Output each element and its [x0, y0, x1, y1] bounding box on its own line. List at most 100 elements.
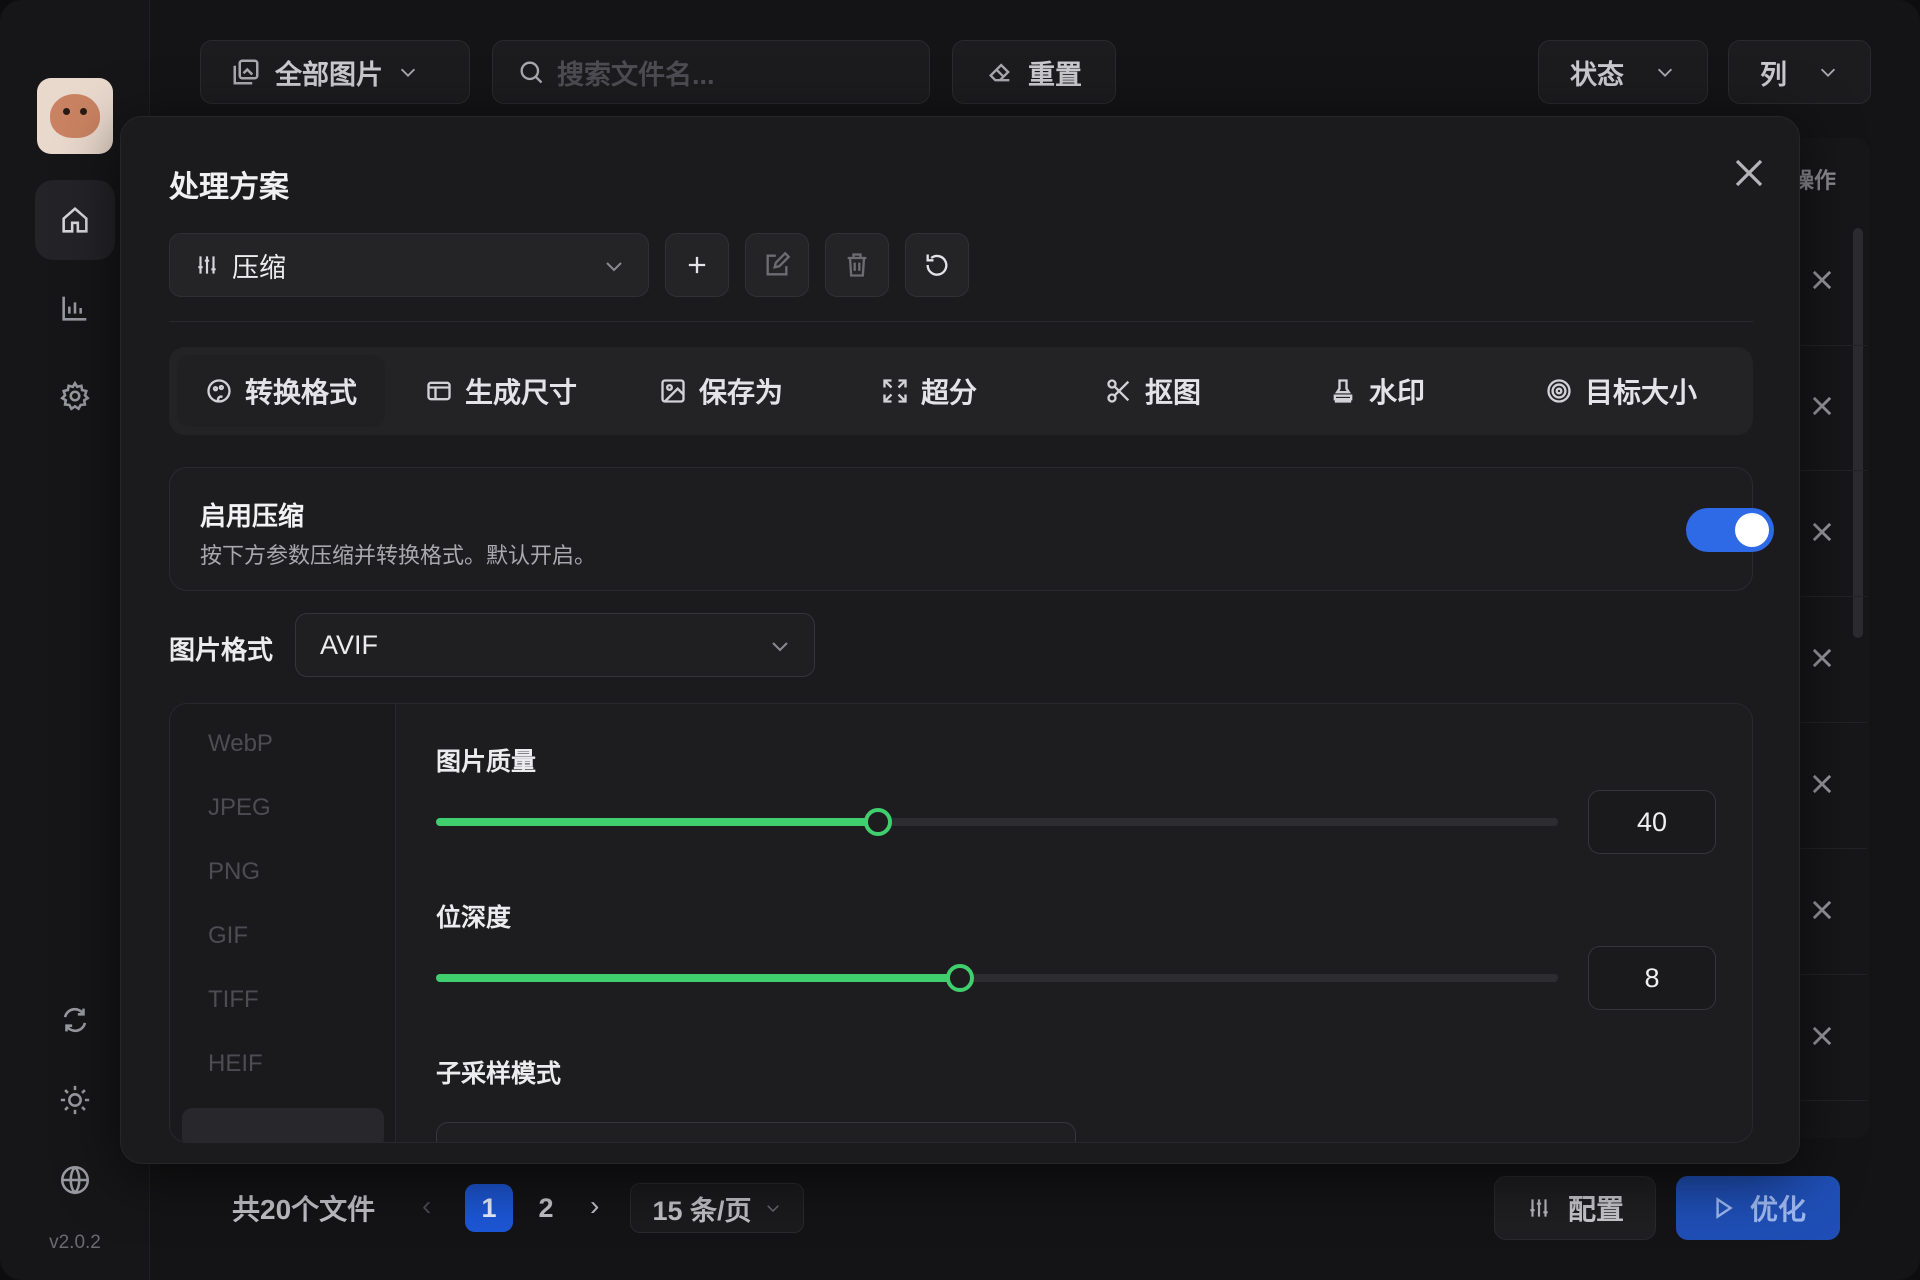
- edit-plan-button[interactable]: [745, 233, 809, 297]
- sliders-icon: [1530, 1199, 1548, 1217]
- slider-thumb[interactable]: [864, 808, 893, 836]
- palette-icon: [207, 379, 231, 403]
- tab-target-size[interactable]: 目标大小: [1505, 355, 1737, 427]
- bit-depth-input[interactable]: 8: [1588, 946, 1716, 1010]
- image-save-icon: [661, 379, 685, 403]
- restore-plan-button[interactable]: [905, 233, 969, 297]
- toggle-knob: [1735, 513, 1769, 547]
- chevron-down-icon: [606, 262, 622, 272]
- subsampling-select[interactable]: [436, 1122, 1076, 1142]
- chevron-down-icon: [772, 642, 788, 652]
- delete-plan-button[interactable]: [825, 233, 889, 297]
- tab-cutout[interactable]: 抠图: [1065, 355, 1241, 427]
- optimize-button[interactable]: 优化: [1676, 1176, 1840, 1240]
- format-list-item-selected[interactable]: [182, 1108, 384, 1142]
- reset-button[interactable]: 重置: [952, 40, 1116, 104]
- format-list-item[interactable]: TIFF: [208, 986, 259, 1014]
- remove-file-close-icon[interactable]: [1808, 896, 1836, 924]
- format-list-item[interactable]: JPEG: [208, 794, 271, 822]
- chevron-down-icon: [1820, 68, 1836, 77]
- gear-icon[interactable]: [35, 356, 115, 436]
- remove-file-close-icon[interactable]: [1808, 1022, 1836, 1050]
- search-input[interactable]: 搜索文件名...: [492, 40, 930, 104]
- close-icon[interactable]: [1731, 155, 1767, 191]
- processing-tabs: 转换格式 生成尺寸 保存为 超分 抠图 水印 目标大小: [169, 347, 1753, 435]
- reset-label: 重置: [1028, 59, 1082, 90]
- theme-sun-icon[interactable]: [35, 1060, 115, 1140]
- tab-generate-size[interactable]: 生成尺寸: [401, 355, 601, 427]
- columns-label: 列: [1760, 59, 1787, 90]
- quality-input[interactable]: 40: [1588, 790, 1716, 854]
- plan-selected-value: 压缩: [232, 252, 286, 283]
- status-filter-dropdown[interactable]: 状态: [1538, 40, 1708, 104]
- chevron-down-icon: [400, 68, 416, 77]
- image-format-select[interactable]: AVIF: [295, 613, 815, 677]
- slider-thumb[interactable]: [945, 964, 974, 992]
- tab-watermark[interactable]: 水印: [1289, 355, 1465, 427]
- app-window: v2.0.2 全部图片 搜索文件名... 重置 状态 列 操作 共20个文件 ‹…: [0, 0, 1920, 1280]
- format-list[interactable]: WebP JPEG PNG GIF TIFF HEIF: [170, 704, 396, 1142]
- bit-depth-slider[interactable]: [436, 964, 1558, 992]
- subsampling-label: 子采样模式: [436, 1060, 562, 1088]
- sliders-icon: [198, 256, 216, 274]
- images-icon: [233, 59, 259, 85]
- stamp-icon: [1333, 379, 1353, 403]
- expand-icon: [883, 379, 907, 403]
- target-icon: [1547, 379, 1571, 403]
- remove-file-close-icon[interactable]: [1808, 770, 1836, 798]
- prev-page-icon[interactable]: ‹: [422, 1190, 431, 1222]
- page-2-button[interactable]: 2: [522, 1184, 570, 1232]
- format-list-item[interactable]: HEIF: [208, 1050, 263, 1078]
- divider: [169, 321, 1753, 322]
- app-version: v2.0.2: [49, 1232, 101, 1253]
- tab-save-as[interactable]: 保存为: [625, 355, 817, 427]
- enable-compression-title: 启用压缩: [200, 501, 305, 531]
- page-size-select[interactable]: 15 条/页: [630, 1183, 804, 1233]
- eraser-icon: [989, 63, 1010, 82]
- scissors-icon: [1107, 379, 1130, 403]
- config-button[interactable]: 配置: [1494, 1176, 1656, 1240]
- home-icon[interactable]: [35, 180, 115, 260]
- image-filter-dropdown[interactable]: 全部图片: [200, 40, 470, 104]
- trash-icon: [847, 253, 867, 277]
- quality-slider[interactable]: [436, 808, 1558, 836]
- format-list-item[interactable]: GIF: [208, 922, 248, 950]
- remove-file-close-icon[interactable]: [1808, 266, 1836, 294]
- tab-label: 水印: [1368, 377, 1425, 408]
- format-list-item[interactable]: WebP: [208, 730, 273, 758]
- tab-super-resolution[interactable]: 超分: [841, 355, 1017, 427]
- tab-label: 目标大小: [1584, 377, 1697, 408]
- page-1-button[interactable]: 1: [465, 1184, 513, 1232]
- tab-label: 生成尺寸: [464, 377, 577, 408]
- sync-icon[interactable]: [35, 980, 115, 1060]
- play-icon: [1716, 1197, 1733, 1219]
- bit-depth-label: 位深度: [436, 904, 512, 932]
- image-filter-label: 全部图片: [275, 59, 383, 90]
- enable-compression-toggle[interactable]: [1686, 508, 1774, 552]
- slider-fill: [436, 818, 879, 826]
- config-label: 配置: [1567, 1194, 1624, 1225]
- plan-select[interactable]: 压缩: [169, 233, 649, 297]
- next-page-icon[interactable]: ›: [590, 1190, 599, 1222]
- image-format-label: 图片格式: [169, 635, 274, 665]
- chevron-down-icon: [1657, 68, 1673, 77]
- format-list-item[interactable]: PNG: [208, 858, 260, 886]
- file-count: 共20个文件: [232, 1194, 376, 1225]
- rotate-ccw-icon: [926, 254, 948, 276]
- add-plan-button[interactable]: [665, 233, 729, 297]
- columns-dropdown[interactable]: 列: [1728, 40, 1871, 104]
- remove-file-close-icon[interactable]: [1808, 392, 1836, 420]
- chart-icon[interactable]: [35, 268, 115, 348]
- remove-file-close-icon[interactable]: [1808, 518, 1836, 546]
- tab-convert-format[interactable]: 转换格式: [177, 355, 385, 427]
- remove-file-close-icon[interactable]: [1808, 644, 1836, 672]
- app-logo: [37, 78, 113, 154]
- language-globe-icon[interactable]: [35, 1140, 115, 1220]
- tab-label: 转换格式: [244, 377, 357, 408]
- tab-label: 保存为: [698, 377, 783, 408]
- processing-plan-dialog: 处理方案 压缩 转换格式 生成尺寸 保存为 超分 抠图 水印 目标大小 启用压缩…: [120, 116, 1800, 1164]
- format-settings-panel: WebP JPEG PNG GIF TIFF HEIF 图片质量 40 位深度 …: [169, 703, 1753, 1143]
- table-scrollbar[interactable]: [1853, 228, 1863, 638]
- status-label: 状态: [1570, 59, 1624, 90]
- optimize-label: 优化: [1749, 1194, 1806, 1225]
